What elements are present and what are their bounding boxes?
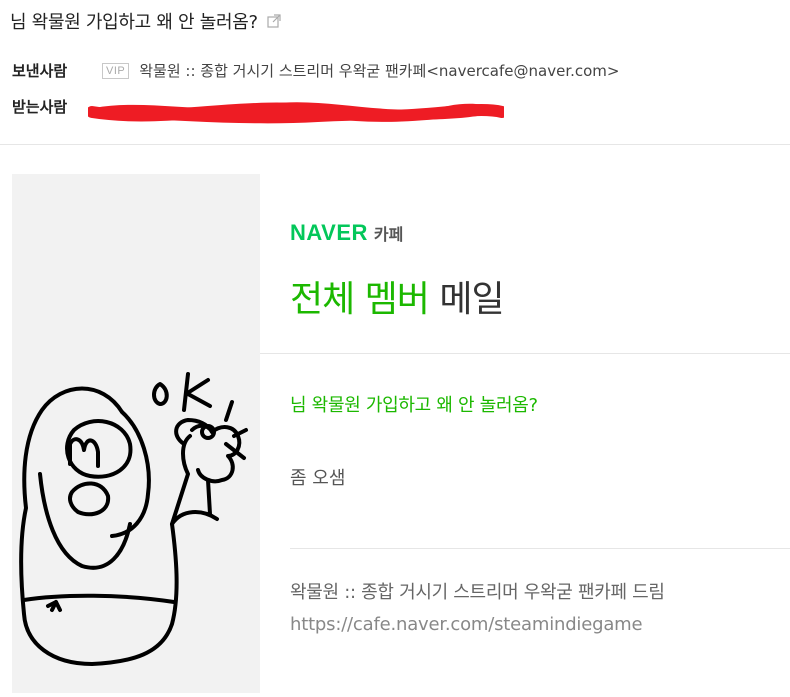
mail-headline: 전체 멤버 메일 — [290, 270, 505, 322]
post-body: 좀 오샘 — [290, 468, 346, 489]
cafe-wordmark: 카페 — [373, 225, 404, 244]
post-title[interactable]: 님 왁물원 가입하고 왜 안 놀러옴? — [290, 391, 538, 417]
naver-cafe-logo[interactable]: NAVER 카페 — [290, 220, 403, 246]
header-divider — [0, 144, 790, 145]
content-divider-top — [260, 353, 790, 354]
vip-badge: VIP — [102, 62, 130, 79]
content-divider-bottom — [290, 548, 790, 549]
subject-row: 님 왁물원 가입하고 왜 안 놀러옴? — [10, 8, 282, 34]
headline-green-part: 전체 멤버 — [290, 279, 430, 320]
sender-label: 보낸사람 — [12, 62, 68, 80]
cafe-signature: 왁물원 :: 종합 거시기 스트리머 우왁굳 팬카페 드림 — [290, 582, 665, 603]
doodle-art-panel — [12, 174, 260, 693]
naver-wordmark: NAVER — [290, 220, 368, 245]
cafe-url-link[interactable]: https://cafe.naver.com/steamindiegame — [290, 614, 643, 635]
external-link-icon[interactable] — [266, 13, 282, 29]
recipient-redaction-scribble — [88, 102, 504, 124]
mail-subject: 님 왁물원 가입하고 왜 안 놀러옴? — [10, 12, 258, 33]
headline-gray-part: 메일 — [439, 279, 504, 320]
ok-doodle-drawing — [19, 372, 248, 666]
sender-row: 보낸사람 VIP 왁물원 :: 종합 거시기 스트리머 우왁굳 팬카페<nave… — [12, 60, 619, 81]
sender-address[interactable]: 왁물원 :: 종합 거시기 스트리머 우왁굳 팬카페<navercafe@nav… — [139, 60, 619, 81]
mail-content: NAVER 카페 전체 멤버 메일 님 왁물원 가입하고 왜 안 놀러옴? 좀 … — [260, 174, 790, 693]
